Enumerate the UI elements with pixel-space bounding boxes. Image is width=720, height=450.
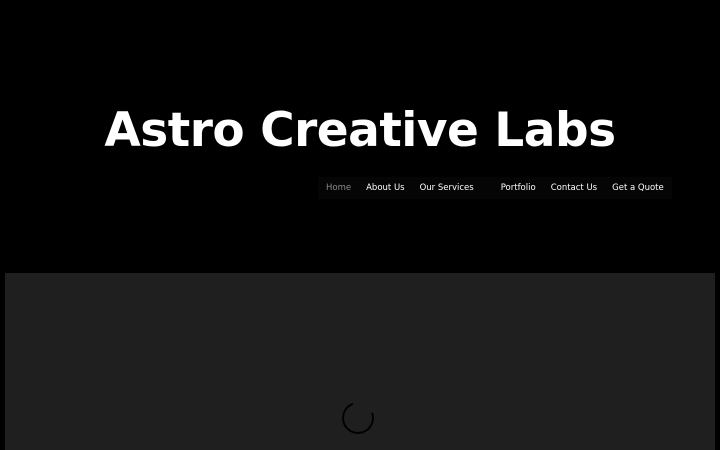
- page: Astro Creative Labs Home About Us Our Se…: [0, 0, 720, 450]
- content-panel: [5, 273, 715, 450]
- nav-item-about-us[interactable]: About Us: [366, 177, 404, 199]
- nav-item-contact-us[interactable]: Contact Us: [551, 177, 597, 199]
- loading-spinner-icon: [336, 396, 380, 440]
- nav-item-our-services[interactable]: Our Services: [420, 177, 474, 199]
- nav-item-portfolio[interactable]: Portfolio: [501, 177, 536, 199]
- nav-item-get-a-quote[interactable]: Get a Quote: [612, 177, 664, 199]
- main-nav: Home About Us Our Services Portfolio Con…: [318, 177, 672, 199]
- nav-item-home[interactable]: Home: [326, 177, 351, 199]
- site-title[interactable]: Astro Creative Labs: [0, 98, 720, 164]
